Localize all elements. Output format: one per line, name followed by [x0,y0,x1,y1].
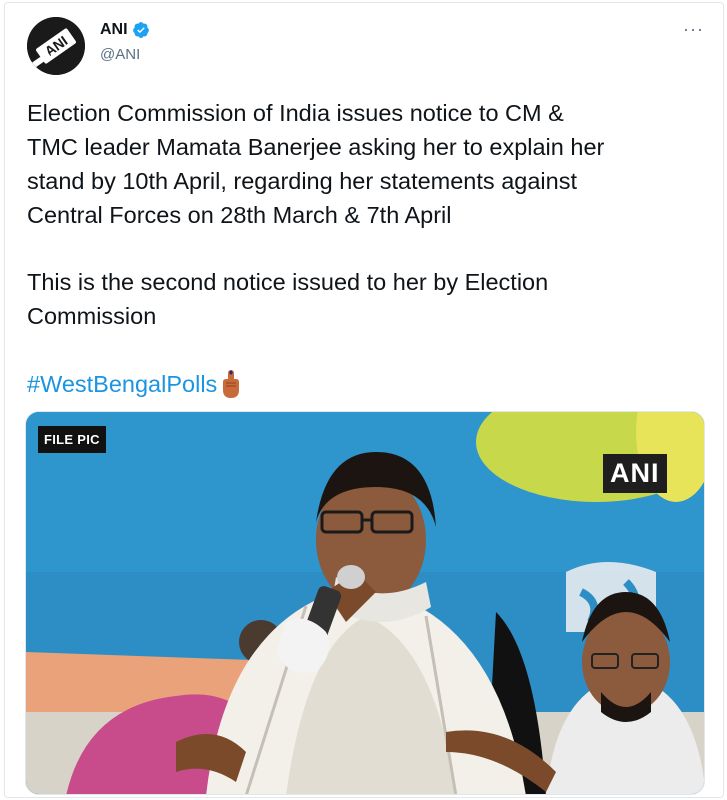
author-name-row: ANI [100,21,150,39]
verified-badge-icon [132,21,150,39]
author-avatar[interactable]: ANI [27,17,85,75]
tweet-text-line: This is the second notice issued to her … [27,269,549,295]
tweet-text-line: Central Forces on 28th March & 7th April [27,202,452,228]
ani-watermark: ANI [603,454,667,493]
tweet-card[interactable]: ANI ANI @ANI ··· Election Commission of … [4,2,724,798]
tweet-text-paragraph-2: This is the second notice issued to her … [27,265,717,333]
tweet-text-line: Election Commission of India issues noti… [27,100,564,126]
tweet-text-line: Commission [27,303,157,329]
more-options-icon[interactable]: ··· [683,19,704,40]
inked-finger-emoji-icon [219,369,243,399]
tweet-text-paragraph-1: Election Commission of India issues noti… [27,96,717,232]
tweet-text-line: TMC leader Mamata Banerjee asking her to… [27,134,605,160]
tweet-media-image[interactable]: FILE PIC ANI [25,411,705,795]
hashtag-line: #WestBengalPolls [27,367,243,401]
file-pic-label: FILE PIC [38,426,106,453]
author-name[interactable]: ANI [100,21,128,39]
tweet-text-line: stand by 10th April, regarding her state… [27,168,577,194]
hashtag-link[interactable]: #WestBengalPolls [27,367,217,401]
author-handle[interactable]: @ANI [100,46,140,63]
